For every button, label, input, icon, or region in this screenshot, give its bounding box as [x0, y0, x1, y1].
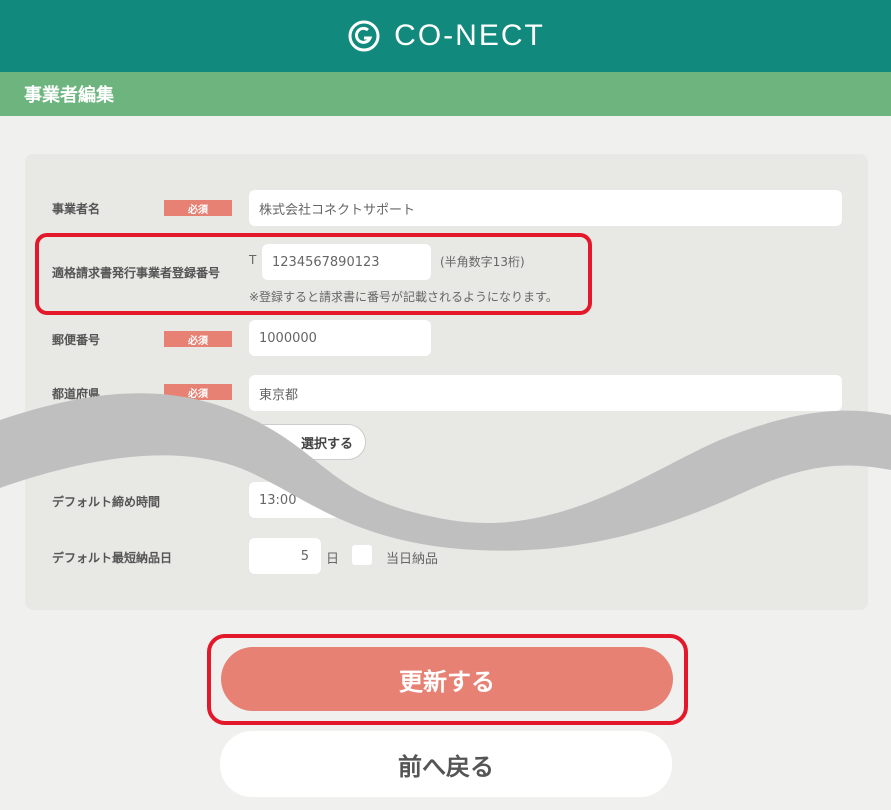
min-delivery-unit: 日	[326, 552, 340, 567]
closing-time-label: デフォルト締め時間	[52, 495, 161, 509]
prefecture-input[interactable]: 東京都	[249, 375, 842, 411]
highlight-update	[207, 634, 688, 725]
required-badge: 必須	[164, 331, 232, 347]
business-name-label: 事業者名	[52, 202, 101, 216]
highlight-invoice	[35, 233, 592, 315]
back-button[interactable]: 前へ戻る	[220, 731, 672, 797]
brand-name: CO-NECT	[394, 19, 545, 52]
postal-code-input[interactable]: 1000000	[249, 320, 431, 356]
required-badge: 必須	[164, 384, 232, 400]
closing-time-input[interactable]: 13:00	[249, 482, 339, 518]
postal-code-label: 郵便番号	[52, 333, 101, 347]
min-delivery-input[interactable]: 5	[249, 538, 321, 574]
sameday-checkbox[interactable]	[352, 545, 372, 565]
sameday-label: 当日納品	[386, 552, 439, 567]
brand-logo: CO-NECT	[346, 18, 545, 54]
logo-icon	[348, 20, 380, 52]
business-name-input[interactable]: 株式会社コネクトサポート	[249, 190, 842, 226]
select-button[interactable]: 選択する	[246, 424, 366, 460]
required-badge: 必須	[164, 200, 232, 216]
min-delivery-label: デフォルト最短納品日	[52, 551, 173, 565]
page-title: 事業者編集	[0, 72, 891, 116]
app-header: CO-NECT	[0, 0, 891, 72]
prefecture-label: 都道府県	[52, 387, 101, 401]
